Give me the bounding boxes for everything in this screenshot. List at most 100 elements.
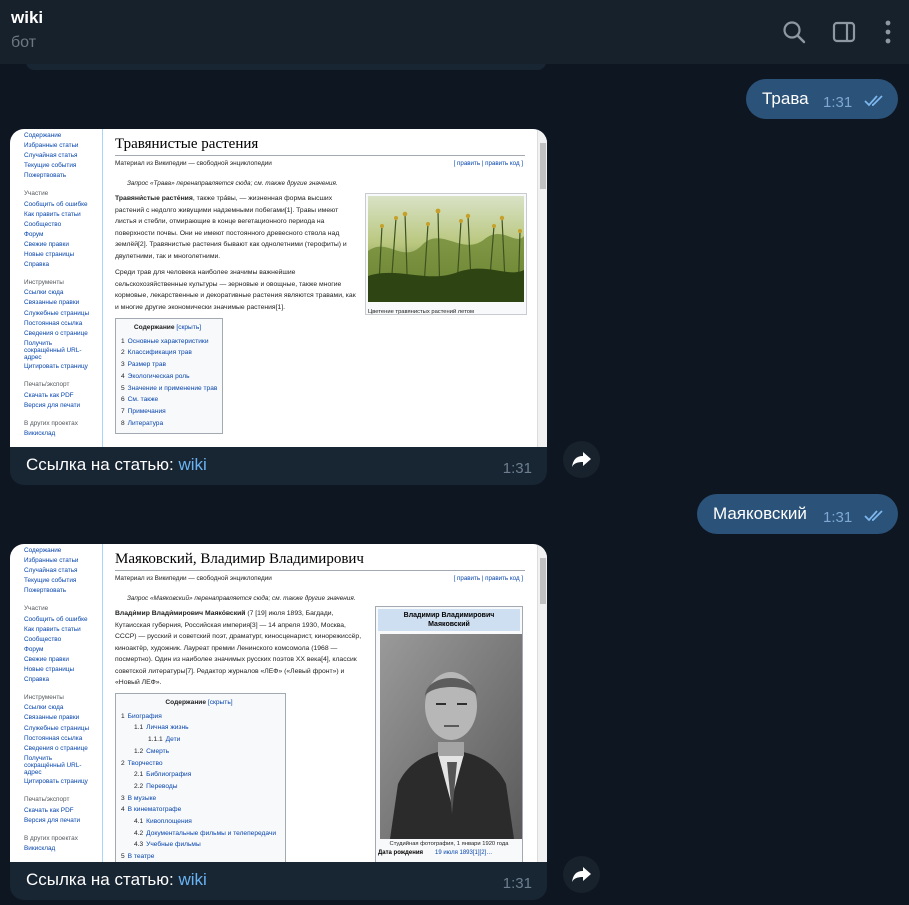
- chat-header: wiki бот: [0, 0, 909, 64]
- forward-button[interactable]: [563, 441, 600, 478]
- sidebar-group: Участие: [24, 605, 49, 613]
- sidebar-link: Получить сокращённый URL-адрес: [24, 339, 82, 362]
- sidebar-link: Избранные статьи: [24, 142, 79, 150]
- sidebar-group: Печать/экспорт: [24, 381, 70, 389]
- toc-title: Содержание [скрыть]: [165, 699, 233, 706]
- infobox: Владимир Владимирович Маяковский Студийн…: [375, 606, 523, 862]
- sidebar-toggle-icon[interactable]: [830, 18, 858, 46]
- sidebar-link: Скачать как PDF: [24, 806, 74, 814]
- infobox-value: 19 июля 1893[1][2]…: [435, 850, 493, 856]
- outgoing-message[interactable]: Трава 1:31: [746, 79, 898, 119]
- wiki-screenshot[interactable]: Содержание Избранные статьи Случайная ст…: [10, 129, 547, 447]
- sidebar-link: Форум: [24, 230, 44, 238]
- sidebar-link: Ссылки сюда: [24, 289, 64, 297]
- sidebar-link: Связанные правки: [24, 714, 80, 722]
- sidebar-link: Пожертвовать: [24, 587, 67, 595]
- message-time: 1:31: [823, 509, 853, 526]
- article-bold-term: Травяни́стые расте́ния: [115, 195, 193, 202]
- search-icon[interactable]: [780, 18, 808, 46]
- chat-title[interactable]: wiki: [11, 8, 43, 28]
- wiki-article: Маяковский, Владимир Владимирович Матери…: [102, 544, 535, 862]
- screenshot-scrollbar: [537, 544, 547, 862]
- sidebar-link: Форум: [24, 645, 44, 653]
- sidebar-link: Версия для печати: [24, 816, 81, 824]
- sidebar-link: Викисклад: [24, 429, 56, 437]
- sidebar-group: Участие: [24, 190, 49, 198]
- article-text: (7 [19] июля 1893, Багдади, Кутаисская г…: [115, 610, 362, 686]
- sidebar-link: Новые страницы: [24, 666, 75, 674]
- outgoing-message[interactable]: Маяковский 1:31: [697, 494, 898, 534]
- toc-item: 4В кинематографе: [121, 806, 182, 814]
- sidebar-link: Пожертвовать: [24, 172, 67, 180]
- wiki-link[interactable]: wiki: [179, 455, 207, 474]
- redirect-note: Запрос «Маяковский» перенаправляется сюд…: [127, 595, 356, 602]
- redirect-note: Запрос «Трава» перенаправляется сюда; см…: [127, 180, 338, 187]
- photo-caption: Ссылка на статью: wiki 1:31: [10, 447, 547, 485]
- forward-button[interactable]: [563, 856, 600, 893]
- toc-item: 5В театре: [121, 853, 155, 861]
- sidebar-link: Свежие правки: [24, 655, 69, 663]
- table-of-contents: Содержание [скрыть] 1 Основные характерис…: [115, 318, 223, 435]
- toc-item: 4.2 Документальные фильмы и телепередачи: [134, 829, 277, 837]
- incoming-photo-message[interactable]: Содержание Избранные статьи Случайная ст…: [10, 129, 547, 485]
- toc-hide-link: [скрыть]: [207, 699, 233, 706]
- wiki-sidebar: Содержание Избранные статьи Случайная ст…: [24, 544, 114, 862]
- wiki-link[interactable]: wiki: [179, 870, 207, 889]
- message-text: Трава: [762, 89, 809, 108]
- sidebar-link: Случайная статья: [24, 567, 78, 575]
- toc-item: 1 Основные характеристики: [121, 337, 209, 345]
- sidebar-link: Ссылки сюда: [24, 704, 64, 712]
- forward-icon: [572, 867, 591, 882]
- sidebar-link: Справка: [24, 676, 50, 684]
- sidebar-link: Справка: [24, 261, 50, 269]
- toc-item: 1.1 Личная жизнь: [134, 724, 189, 732]
- sidebar-link: Избранные статьи: [24, 557, 79, 565]
- sidebar-group: Печать/экспорт: [24, 796, 70, 804]
- toc-item: 1.2 Смерть: [134, 747, 170, 755]
- sidebar-group: В других проектах: [24, 419, 78, 427]
- toc-item: 6 См. также: [121, 396, 159, 404]
- sidebar-link: Содержание: [24, 132, 62, 139]
- toc-item: 5 Значение и применение трав: [121, 384, 218, 392]
- toc-item: 2 Творчество: [121, 759, 163, 767]
- incoming-photo-message[interactable]: Содержание Избранные статьи Случайная ст…: [10, 544, 547, 900]
- sidebar-link: Сообщество: [24, 635, 62, 643]
- toc-item: 4 Экологическая роль: [121, 372, 190, 380]
- article-edit-links: [ править | править код ]: [453, 160, 523, 167]
- sidebar-link: Сообщить об ошибке: [24, 615, 88, 623]
- wiki-article: Травянистые растения Материал из Википед…: [102, 129, 535, 447]
- article-title: Травянистые растения: [115, 136, 525, 156]
- sidebar-link: Служебные страницы: [24, 724, 90, 732]
- read-checkmarks-icon: [864, 510, 883, 522]
- toc-item: 2.1 Библиография: [134, 771, 192, 779]
- toc-item: 3 Размер трав: [121, 361, 167, 369]
- sidebar-link: Викисклад: [24, 844, 56, 852]
- sidebar-link: Связанные правки: [24, 299, 80, 307]
- sidebar-link: Сообщество: [24, 220, 62, 228]
- screenshot-scrollbar: [537, 129, 547, 447]
- toc-item: 4.3 Учебные фильмы: [134, 841, 201, 849]
- article-bold-term: Влади́мир Влади́мирович Маяко́вский: [115, 610, 246, 617]
- sidebar-link: Как править статьи: [24, 625, 81, 633]
- toc-item: 2 Классификация трав: [121, 349, 192, 357]
- article-source: Материал из Википедии — свободной энцикл…: [115, 575, 272, 582]
- toc-item: 1.1.1 Дети: [148, 736, 181, 744]
- article-title: Маяковский, Владимир Владимирович: [115, 551, 525, 571]
- article-paragraph: Среди трав для человека наиболее значимы…: [115, 269, 356, 311]
- infobox-label: Дата рождения: [378, 850, 424, 856]
- wiki-screenshot[interactable]: Содержание Избранные статьи Случайная ст…: [10, 544, 547, 862]
- article-edit-links: [ править | править код ]: [453, 575, 523, 582]
- more-menu-icon[interactable]: [874, 18, 902, 46]
- caption-text: Ссылка на статью:: [26, 870, 179, 889]
- article-paragraph: Влади́мир Влади́мирович Маяко́вский (7 […: [115, 608, 367, 689]
- toc-item: 8 Литература: [121, 419, 164, 427]
- sidebar-link: Скачать как PDF: [24, 391, 74, 399]
- article-paragraph: Травяни́стые расте́ния, также тра́вы, — …: [115, 193, 359, 262]
- sidebar-link: Постоянная ссылка: [24, 734, 83, 742]
- forward-icon: [572, 452, 591, 467]
- sidebar-link: Текущие события: [24, 162, 77, 170]
- message-time: 1:31: [502, 460, 532, 477]
- chat-subtitle: бот: [11, 34, 37, 51]
- table-of-contents: Содержание [скрыть] 1 Биография 1.1 Личная…: [115, 693, 286, 862]
- sidebar-link: Сведения о странице: [24, 744, 88, 752]
